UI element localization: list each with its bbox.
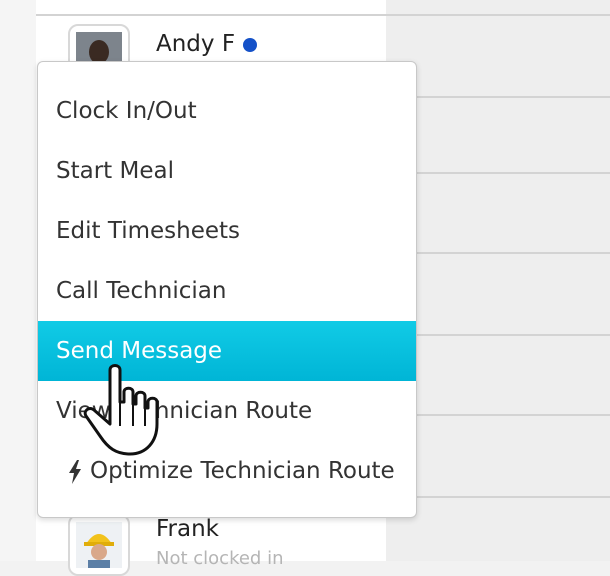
hand-pointer-cursor-icon	[83, 364, 159, 456]
menu-item-label: Start Meal	[56, 158, 174, 184]
online-status-dot	[243, 38, 257, 52]
hardhat-worker-photo	[76, 522, 122, 568]
row-divider	[386, 172, 610, 174]
row-divider	[386, 496, 610, 498]
menu-item-label: Send Message	[56, 338, 223, 364]
menu-item-call-technician[interactable]: Call Technician	[38, 261, 416, 321]
menu-item-label: Clock In/Out	[56, 98, 197, 124]
schedule-panel	[386, 0, 610, 561]
bolt-icon	[69, 459, 81, 484]
row-divider	[386, 252, 610, 254]
menu-item-label: Call Technician	[56, 278, 227, 304]
menu-item-edit-timesheets[interactable]: Edit Timesheets	[38, 201, 416, 261]
menu-item-clock-in-out[interactable]: Clock In/Out	[38, 81, 416, 141]
left-strip	[0, 0, 36, 561]
menu-item-label: Optimize Technician Route	[90, 458, 395, 484]
avatar[interactable]	[68, 514, 130, 576]
row-divider	[386, 96, 610, 98]
row-divider	[36, 14, 610, 16]
technician-name[interactable]: Andy F	[156, 31, 235, 57]
row-divider	[386, 414, 610, 416]
clock-status: Not clocked in	[156, 548, 284, 569]
technician-name[interactable]: Frank	[156, 516, 219, 542]
row-divider	[386, 334, 610, 336]
technician-photo	[76, 522, 122, 568]
menu-item-label: Edit Timesheets	[56, 218, 240, 244]
menu-item-start-meal[interactable]: Start Meal	[38, 141, 416, 201]
